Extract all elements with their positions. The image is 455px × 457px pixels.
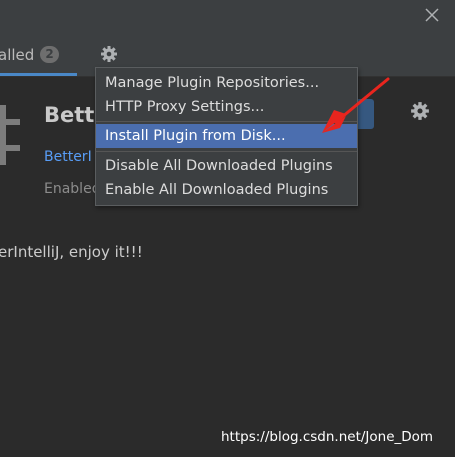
menu-item-label: Manage Plugin Repositories... (105, 75, 320, 91)
annotation-arrow-icon (318, 76, 393, 136)
toolbar: alled 2 (0, 0, 455, 77)
menu-item-label: Enable All Downloaded Plugins (105, 182, 329, 198)
close-icon[interactable] (423, 6, 441, 24)
menu-item-label: Install Plugin from Disk... (105, 128, 286, 144)
plugin-vendor-link[interactable]: BetterI (44, 149, 96, 165)
plugin-icon (0, 105, 22, 165)
menu-separator (96, 151, 357, 152)
plugin-settings-gear-icon[interactable] (410, 101, 430, 121)
plugin-status: Enabled (44, 181, 96, 197)
tab-installed-count-badge: 2 (40, 46, 59, 63)
tab-selected-indicator (0, 73, 77, 76)
menu-item-enable-downloaded[interactable]: Enable All Downloaded Plugins (96, 178, 357, 202)
watermark: https://blog.csdn.net/Jone_Dom (221, 429, 434, 445)
plugin-description: erIntelliJ, enjoy it!!! (0, 243, 143, 261)
menu-item-label: HTTP Proxy Settings... (105, 99, 265, 115)
tab-installed-label: alled (0, 46, 35, 64)
gear-icon[interactable] (100, 45, 118, 63)
tab-installed[interactable]: alled 2 (0, 38, 77, 76)
menu-item-label: Disable All Downloaded Plugins (105, 158, 333, 174)
menu-item-disable-downloaded[interactable]: Disable All Downloaded Plugins (96, 154, 357, 178)
